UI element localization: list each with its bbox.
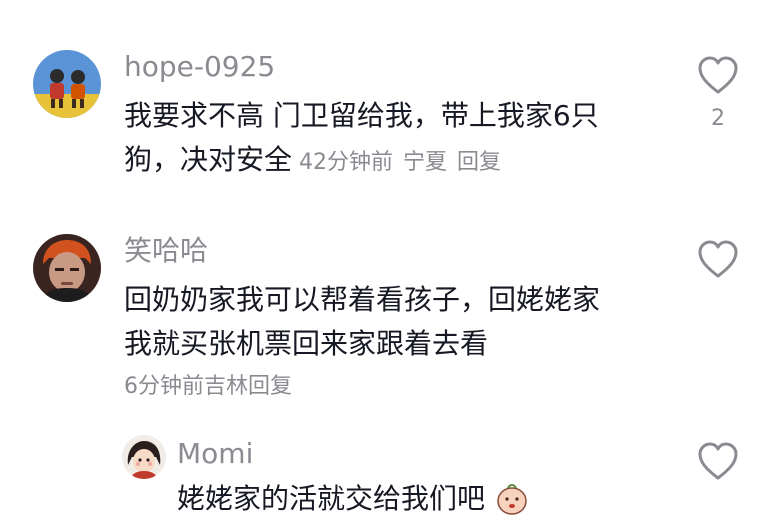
reply-button[interactable]: 回复 — [457, 150, 501, 175]
comment-time: 42分钟前 — [299, 150, 394, 175]
heart-outline-icon[interactable] — [696, 54, 740, 98]
comment-location: 宁夏 — [403, 150, 448, 175]
comment-username[interactable]: Momi — [177, 437, 253, 471]
avatar[interactable] — [33, 50, 101, 118]
peach-face-emoji — [497, 484, 527, 515]
comment-text-line: 狗，决对安全 42分钟前 宁夏 回复 — [124, 138, 599, 185]
comment-text: 姥姥家的活就交给我们吧 — [177, 477, 530, 521]
comment-time: 6分钟前 — [124, 374, 204, 399]
man-avatar-icon — [33, 234, 101, 302]
heart-outline-icon[interactable] — [696, 440, 740, 484]
comment-username[interactable]: hope-0925 — [124, 50, 275, 84]
comment-meta: 42分钟前 宁夏 回复 — [292, 150, 501, 175]
comment-text-line: 姥姥家的活就交给我们吧 — [177, 482, 486, 515]
reply-button[interactable]: 回复 — [248, 374, 292, 399]
comment-text-line: 回奶奶家我可以帮着看孩子，回姥姥家 — [124, 283, 601, 316]
comment-meta: 6分钟前吉林回复 — [124, 372, 292, 402]
kids-avatar-icon — [33, 50, 101, 118]
comment-text-line: 我要求不高 门卫留给我，带上我家6只 — [124, 99, 599, 132]
comment-text-tail: 狗，决对安全 — [124, 143, 293, 176]
avatar[interactable] — [122, 435, 166, 479]
like-count: 2 — [711, 106, 725, 131]
avatar[interactable] — [33, 234, 101, 302]
comment-username[interactable]: 笑哈哈 — [124, 234, 208, 268]
girl-avatar-icon — [122, 435, 166, 479]
comment-text-line: 我就买张机票回来家跟着去看 — [124, 327, 489, 360]
comment-location: 吉林 — [204, 374, 249, 399]
heart-outline-icon[interactable] — [696, 238, 740, 282]
comment-text: 我要求不高 门卫留给我，带上我家6只 狗，决对安全 42分钟前 宁夏 回复 — [124, 94, 599, 185]
comment-text: 回奶奶家我可以帮着看孩子，回姥姥家 我就买张机票回来家跟着去看 — [124, 278, 600, 366]
